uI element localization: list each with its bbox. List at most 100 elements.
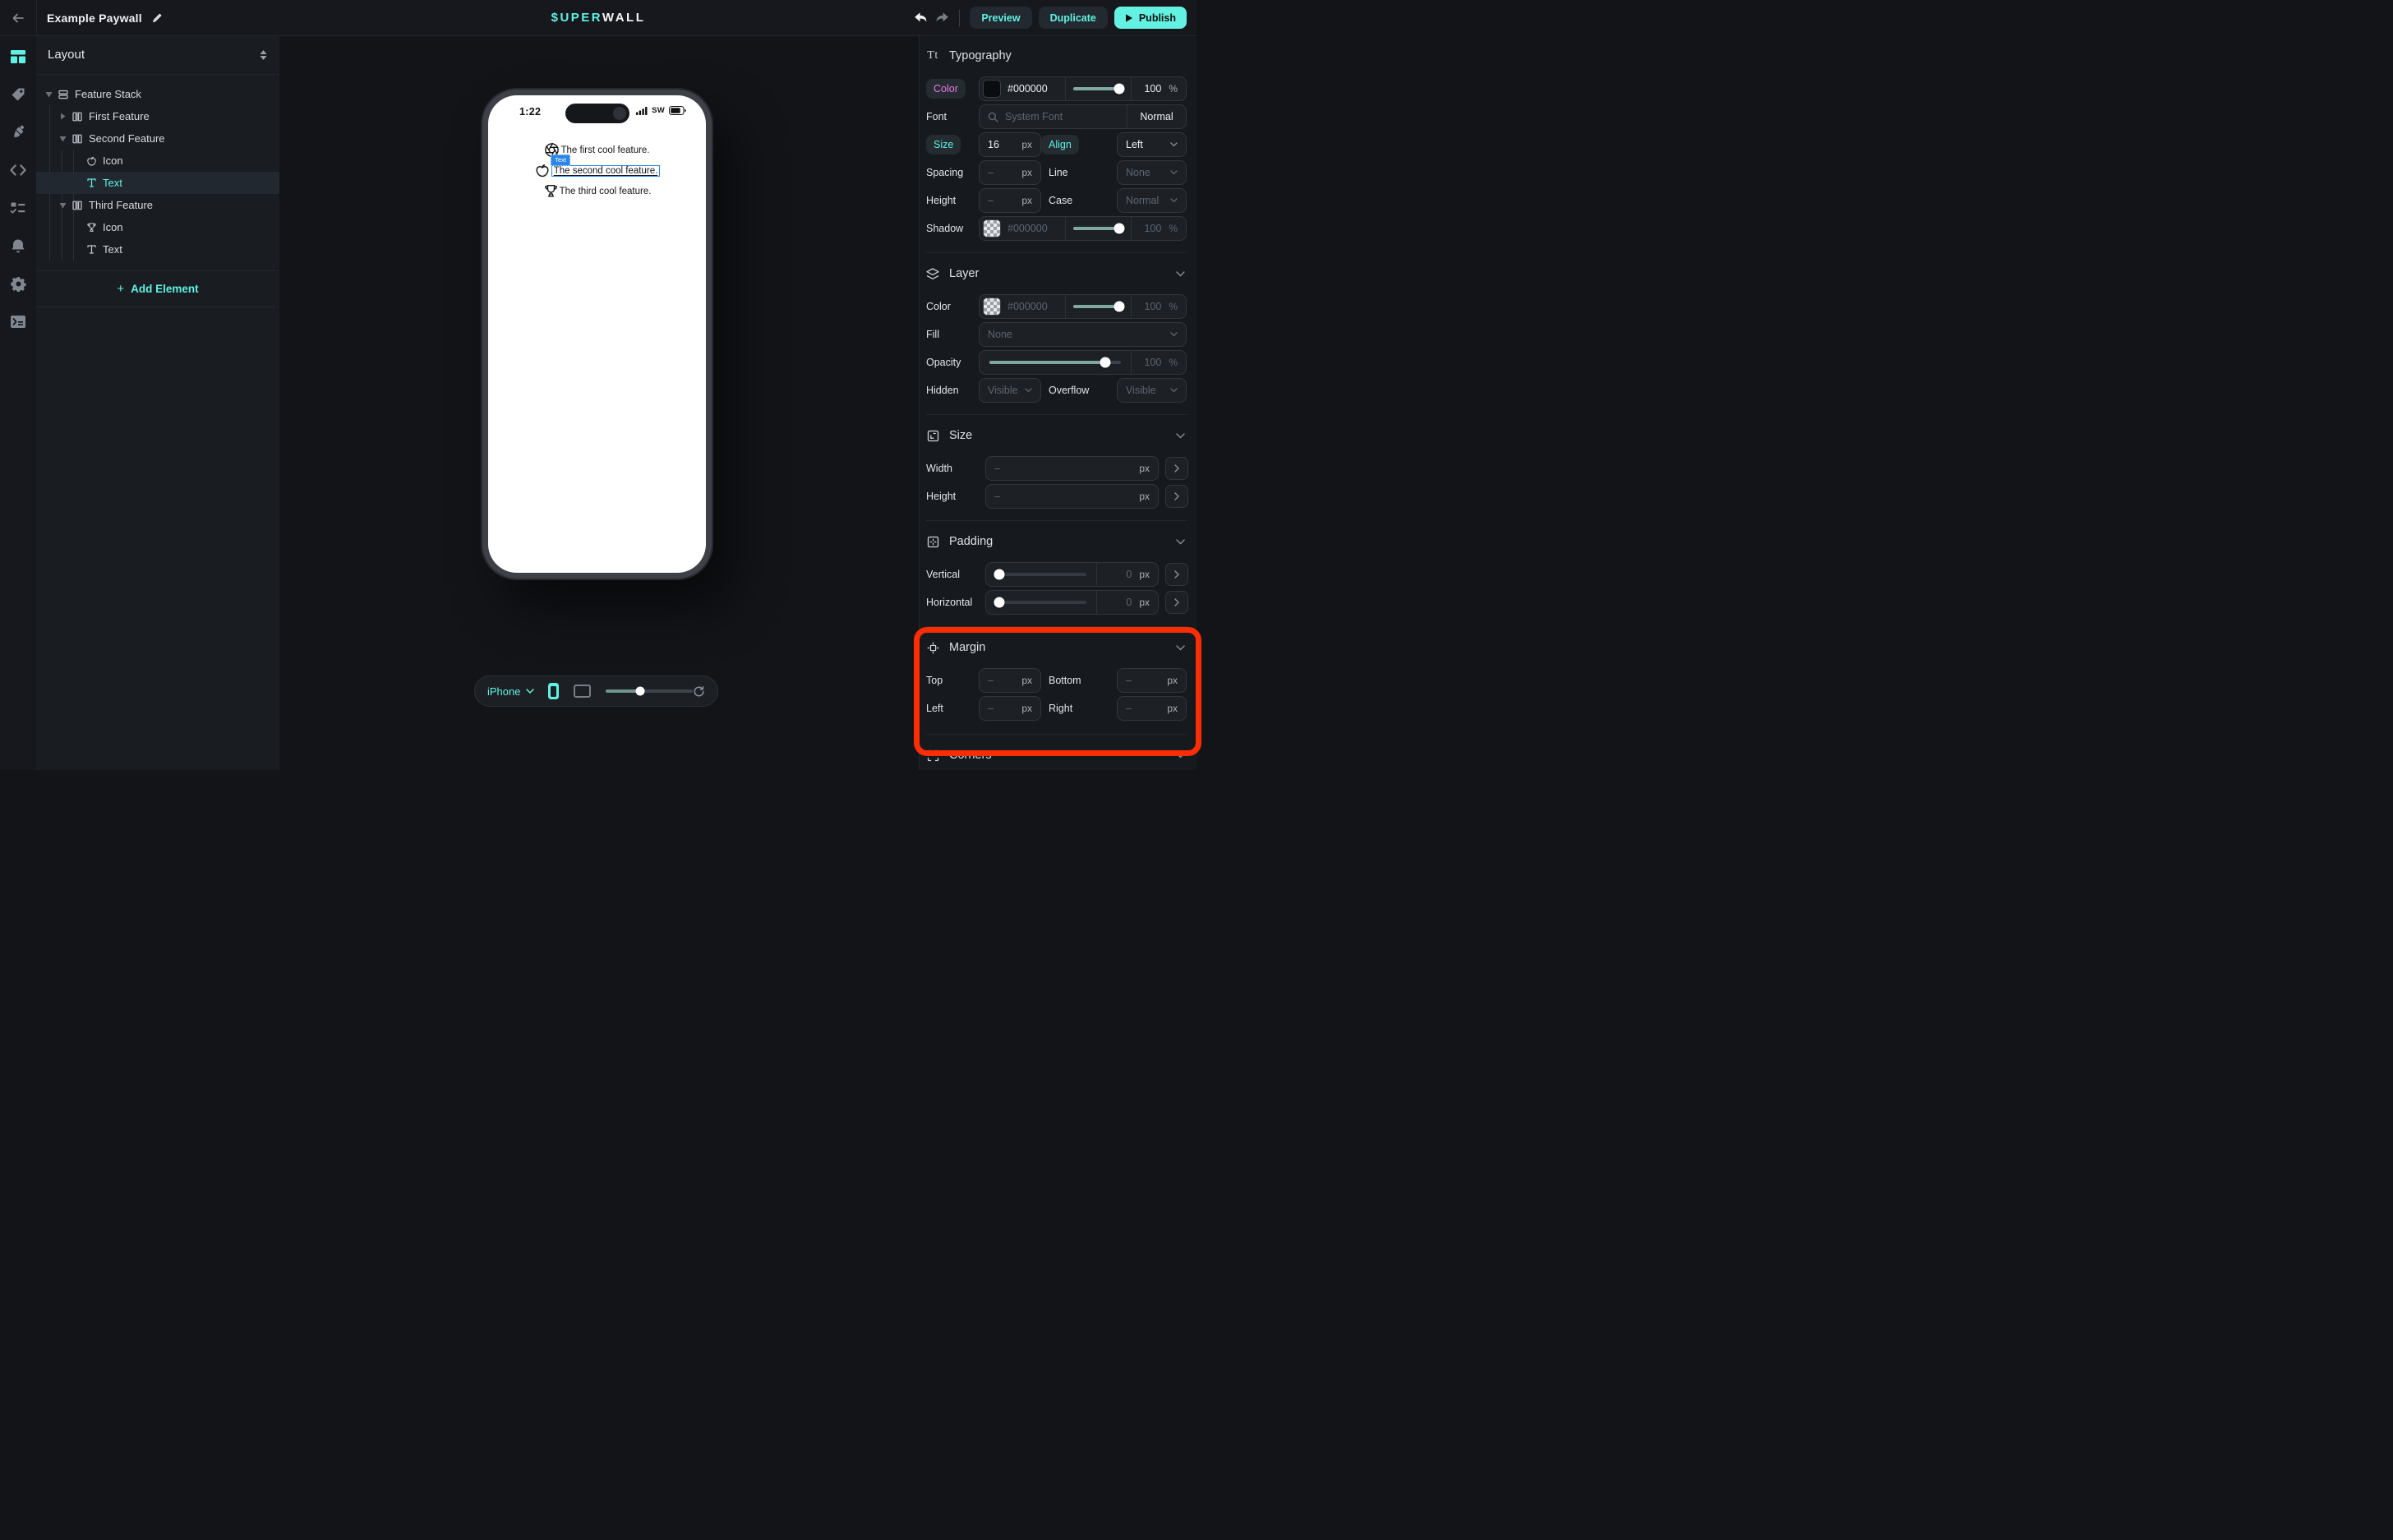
rail-theme-tab[interactable]: [0, 113, 36, 151]
height-input[interactable]: – px: [985, 484, 1159, 509]
landscape-toggle[interactable]: [574, 685, 591, 698]
duplicate-button[interactable]: Duplicate: [1039, 7, 1108, 29]
layer-color-swatch[interactable]: [983, 297, 1001, 316]
shadow-swatch[interactable]: [983, 219, 1001, 237]
padding-vertical-expand-button[interactable]: [1165, 563, 1188, 586]
preview-button[interactable]: Preview: [970, 7, 1031, 29]
apple-icon: [534, 163, 551, 179]
tree-item-label: Icon: [103, 221, 123, 233]
align-select[interactable]: Left: [1117, 132, 1187, 157]
spacing-input[interactable]: – px: [979, 160, 1041, 185]
height-label: Height: [926, 491, 979, 502]
refresh-button[interactable]: [693, 685, 705, 698]
back-button[interactable]: [0, 0, 36, 35]
color-opacity-slider[interactable]: [1066, 77, 1131, 100]
collapse-margin-button[interactable]: [1176, 645, 1185, 651]
layer-color-opacity-slider[interactable]: [1066, 295, 1131, 318]
zoom-slider[interactable]: [606, 689, 693, 693]
add-element-button[interactable]: + Add Element: [36, 271, 279, 307]
height-case-row: Height – px Case Normal: [926, 188, 1187, 213]
padding-horizontal-slider[interactable]: [986, 591, 1096, 614]
hidden-select[interactable]: Visible: [979, 378, 1041, 403]
height-expand-button[interactable]: [1165, 485, 1188, 508]
shadow-opacity-slider[interactable]: [1066, 217, 1131, 240]
redo-button[interactable]: [931, 7, 952, 29]
zoom-slider-thumb[interactable]: [636, 687, 645, 696]
tree-item-icon[interactable]: Icon: [36, 216, 279, 238]
rail-code-tab[interactable]: [0, 151, 36, 189]
caret-collapsed-icon[interactable]: [58, 113, 67, 120]
font-weight-select[interactable]: Normal: [1127, 105, 1186, 128]
feature-row-2-selected[interactable]: Text The second cool feature.: [488, 160, 706, 181]
chevron-down-icon: [1170, 198, 1178, 203]
color-label[interactable]: Color: [926, 79, 966, 99]
padding-horizontal-value[interactable]: 0 px: [1097, 591, 1158, 614]
undo-button[interactable]: [910, 7, 931, 29]
rail-notifications-tab[interactable]: [0, 227, 36, 265]
margin-top-input[interactable]: – px: [979, 668, 1041, 693]
collapse-layer-button[interactable]: [1176, 271, 1185, 277]
fill-select[interactable]: None: [979, 322, 1187, 347]
opacity-value[interactable]: 100 %: [1132, 351, 1186, 374]
layer-color-opacity-value[interactable]: 100 %: [1132, 295, 1186, 318]
padding-horizontal-expand-button[interactable]: [1165, 591, 1188, 614]
tree-item-first-feature[interactable]: First Feature: [36, 105, 279, 127]
shadow-opacity-value[interactable]: 100 %: [1132, 217, 1186, 240]
rail-console-tab[interactable]: [0, 302, 36, 340]
width-input[interactable]: – px: [985, 456, 1159, 481]
color-hex-field[interactable]: #000000: [980, 77, 1065, 100]
device-select[interactable]: iPhone: [487, 685, 520, 698]
feature-row-1[interactable]: The first cool feature.: [488, 140, 706, 160]
signal-icon: [636, 107, 648, 115]
overflow-select[interactable]: Visible: [1117, 378, 1187, 403]
phone-screen[interactable]: 1:22 SW: [488, 95, 706, 573]
padding-vertical-slider[interactable]: [986, 563, 1096, 586]
collapse-size-button[interactable]: [1176, 433, 1185, 439]
layer-color-hex-field[interactable]: #000000: [980, 295, 1065, 318]
case-select[interactable]: Normal: [1117, 188, 1187, 213]
rail-layout-tab[interactable]: [0, 38, 36, 76]
spacing-line-row: Spacing – px Line None: [926, 160, 1187, 185]
caret-expanded-icon[interactable]: [58, 202, 67, 209]
sort-layers-button[interactable]: [259, 49, 268, 61]
align-label[interactable]: Align: [1041, 135, 1079, 154]
rail-products-tab[interactable]: [0, 76, 36, 113]
padding-horizontal-control: 0 px: [985, 590, 1159, 615]
margin-left-input[interactable]: – px: [979, 696, 1041, 721]
caret-expanded-icon[interactable]: [58, 136, 67, 142]
collapse-padding-button[interactable]: [1176, 539, 1185, 545]
padding-vertical-value[interactable]: 0 px: [1097, 563, 1158, 586]
collapse-corners-button[interactable]: [1176, 753, 1185, 758]
publish-button[interactable]: Publish: [1114, 7, 1187, 29]
tree-item-text-selected[interactable]: Text: [36, 172, 279, 194]
color-swatch[interactable]: [983, 80, 1001, 98]
caret-expanded-icon[interactable]: [44, 91, 53, 98]
tree-item-third-feature[interactable]: Third Feature: [36, 194, 279, 216]
canvas[interactable]: 1:22 SW: [279, 35, 919, 770]
font-size-input[interactable]: 16 px: [979, 132, 1041, 157]
rail-checklist-tab[interactable]: [0, 189, 36, 227]
chevron-down-icon[interactable]: [526, 689, 534, 694]
line-height-input[interactable]: – px: [979, 188, 1041, 213]
line-select[interactable]: None: [1117, 160, 1187, 185]
edit-title-button[interactable]: [151, 12, 163, 24]
font-search-input[interactable]: System Font: [980, 105, 1127, 128]
feature-row-3[interactable]: The third cool feature.: [488, 181, 706, 201]
margin-bottom-input[interactable]: – px: [1117, 668, 1187, 693]
margin-right-input[interactable]: – px: [1117, 696, 1187, 721]
text-color-control: #000000 100 %: [979, 76, 1187, 101]
rail-settings-tab[interactable]: [0, 265, 36, 302]
color-opacity-value[interactable]: 100 %: [1132, 77, 1186, 100]
width-expand-button[interactable]: [1165, 457, 1188, 480]
tree-item-text[interactable]: Text: [36, 238, 279, 261]
portrait-toggle[interactable]: [548, 683, 559, 699]
font-size-label[interactable]: Size: [926, 135, 961, 154]
shadow-hex-field[interactable]: #000000: [980, 217, 1065, 240]
opacity-slider[interactable]: [980, 351, 1131, 374]
chevron-down-icon: [1170, 170, 1178, 175]
tree-item-icon[interactable]: Icon: [36, 150, 279, 172]
tree-item-feature-stack[interactable]: Feature Stack: [36, 83, 279, 105]
tree-item-second-feature[interactable]: Second Feature: [36, 127, 279, 150]
selected-text-element[interactable]: Text The second cool feature.: [551, 165, 661, 177]
topbar-divider: [36, 0, 37, 35]
